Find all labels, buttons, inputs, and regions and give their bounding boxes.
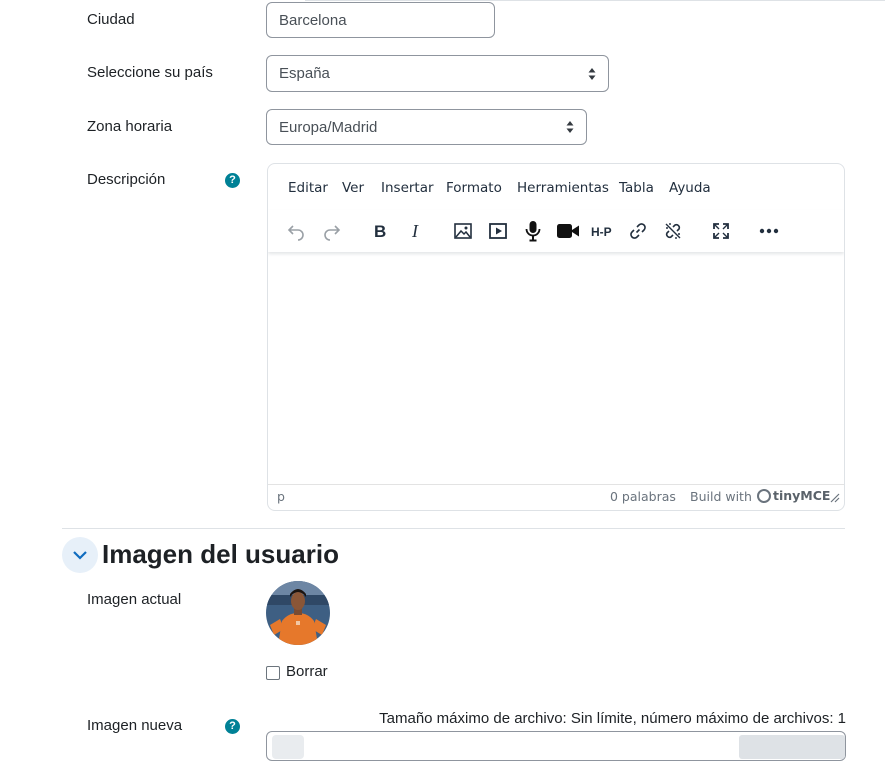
italic-icon: I (411, 222, 419, 240)
italic-button[interactable]: I (403, 218, 429, 244)
tinymce-logo-icon (757, 489, 771, 503)
timezone-select[interactable]: Europa/Madrid (266, 109, 587, 145)
question-circle-icon[interactable]: ? (225, 719, 240, 734)
menu-editar[interactable]: Editar (288, 180, 328, 196)
fullscreen-icon (713, 223, 729, 239)
timezone-value: Europa/Madrid (279, 118, 378, 136)
user-photo (266, 581, 330, 645)
select-arrows-icon (588, 67, 596, 80)
avatar (266, 581, 330, 645)
redo-icon (324, 225, 341, 241)
menu-formato[interactable]: Formato (446, 180, 502, 196)
file-limits-note: Tamaño máximo de archivo: Sin límite, nú… (379, 710, 846, 727)
svg-text:B: B (374, 222, 386, 240)
word-count[interactable]: 0 palabras (610, 489, 676, 504)
fullscreen-button[interactable] (708, 218, 734, 244)
editor-content-area[interactable] (268, 252, 844, 485)
record-audio-button[interactable] (520, 218, 546, 244)
redo-button[interactable] (319, 218, 345, 244)
video-camera-icon (557, 224, 579, 238)
element-path[interactable]: p (277, 489, 285, 504)
link-icon (630, 223, 646, 239)
image-button[interactable] (450, 218, 476, 244)
timezone-label: Zona horaria (87, 118, 173, 135)
top-divider (305, 0, 885, 1)
unlink-button[interactable] (660, 218, 686, 244)
media-icon (489, 223, 507, 239)
current-image-label: Imagen actual (87, 591, 182, 608)
branding-name[interactable]: tinyMCE (773, 488, 830, 503)
undo-icon (287, 225, 304, 241)
editor-menubar: Editar Ver Insertar Formato Herramientas… (268, 164, 844, 210)
section-title: Imagen del usuario (102, 539, 339, 569)
country-value: España (279, 65, 330, 82)
menu-herramientas[interactable]: Herramientas (517, 180, 609, 196)
editor-statusbar: p 0 palabras Build with tinyMCE (268, 484, 844, 510)
record-video-button[interactable] (555, 218, 581, 244)
country-select[interactable]: España (266, 55, 609, 92)
city-label: Ciudad (87, 11, 135, 28)
more-button[interactable] (756, 218, 782, 244)
editor-toolbar: B I H-P (268, 210, 844, 252)
bold-button[interactable]: B (367, 218, 393, 244)
question-circle-icon[interactable]: ? (225, 173, 240, 188)
branding-prefix: Build with (690, 489, 752, 504)
more-icon (759, 228, 779, 234)
undo-button[interactable] (283, 218, 309, 244)
resize-handle-icon[interactable] (830, 493, 840, 503)
menu-tabla[interactable]: Tabla (619, 180, 654, 196)
image-icon (454, 223, 472, 239)
city-input[interactable]: Barcelona (266, 2, 495, 38)
add-file-button[interactable] (272, 735, 304, 759)
new-image-label: Imagen nueva (87, 717, 183, 734)
delete-image-checkbox[interactable] (266, 666, 280, 680)
delete-image-label[interactable]: Borrar (286, 663, 328, 680)
collapse-section-button[interactable] (62, 537, 98, 573)
menu-insertar[interactable]: Insertar (381, 180, 434, 196)
svg-text:I: I (411, 222, 419, 240)
unlink-icon (665, 223, 681, 239)
chevron-down-icon (73, 551, 87, 560)
menu-ver[interactable]: Ver (342, 180, 364, 196)
rich-text-editor: Editar Ver Insertar Formato Herramientas… (267, 163, 845, 511)
view-toggle-buttons[interactable] (739, 735, 845, 759)
link-button[interactable] (625, 218, 651, 244)
file-picker[interactable] (266, 731, 846, 761)
menu-ayuda[interactable]: Ayuda (669, 180, 711, 196)
city-value: Barcelona (279, 11, 347, 29)
svg-text:H-P: H-P (591, 225, 612, 238)
country-label: Seleccione su país (87, 64, 213, 81)
h5p-icon: H-P (591, 225, 612, 238)
bold-icon: B (374, 222, 386, 240)
microphone-icon (525, 221, 541, 242)
select-arrows-icon (566, 121, 574, 133)
section-divider (62, 528, 845, 529)
description-label: Descripción (87, 171, 166, 188)
media-button[interactable] (485, 218, 511, 244)
h5p-button[interactable]: H-P (590, 218, 618, 244)
